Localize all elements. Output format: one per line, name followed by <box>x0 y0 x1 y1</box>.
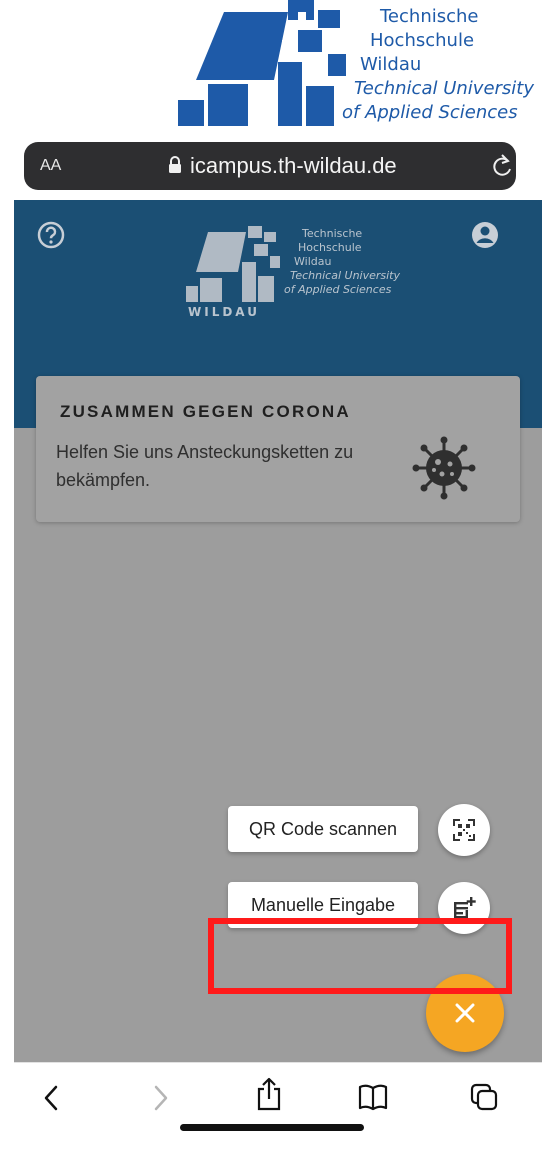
corona-card-title: ZUSAMMEN GEGEN CORONA <box>60 402 351 421</box>
text-size-button[interactable]: AA <box>40 157 61 175</box>
forward-arrow-icon[interactable] <box>148 1083 172 1113</box>
bookmarks-icon[interactable] <box>358 1083 388 1111</box>
logo-line-4: Technical University <box>354 78 535 99</box>
app-logo-line-4: Technical University <box>290 269 401 282</box>
browser-toolbar <box>14 1062 542 1166</box>
th-logo-mark-icon <box>178 0 346 126</box>
app-logo-line-3: Wildau <box>294 255 332 268</box>
th-wildau-logo: Technische Hochschule Wildau Technical U… <box>178 0 550 130</box>
reload-icon[interactable] <box>490 153 514 179</box>
logo-line-2: Hochschule <box>370 30 475 51</box>
add-note-icon <box>454 897 476 919</box>
back-arrow-icon[interactable] <box>40 1083 64 1113</box>
app-header-logo: Technische Hochschule Wildau Technical U… <box>184 222 404 322</box>
logo-line-3: Wildau <box>360 54 422 75</box>
app-logo-word: WILDAU <box>188 305 260 319</box>
logo-line-5: of Applied Sciences <box>342 102 518 123</box>
url-text[interactable]: icampus.th-wildau.de <box>190 153 397 179</box>
app-logo-line-2: Hochschule <box>298 241 362 254</box>
corona-card-body: Helfen Sie uns Ansteckungsketten zu bekä… <box>56 442 354 490</box>
app-logo-line-5: of Applied Sciences <box>284 283 392 296</box>
virus-icon <box>412 436 476 500</box>
app-logo-line-1: Technische <box>302 227 363 240</box>
home-indicator <box>180 1124 364 1131</box>
lock-icon <box>169 156 181 173</box>
help-icon[interactable] <box>36 220 66 250</box>
corona-card[interactable]: ZUSAMMEN GEGEN CORONA Helfen Sie uns Ans… <box>36 376 520 522</box>
highlight-box <box>208 918 512 994</box>
screen: Technische Hochschule Wildau Technical U… <box>0 0 550 1166</box>
qr-scan-button[interactable] <box>438 804 490 856</box>
logo-line-1: Technische <box>380 6 479 27</box>
tabs-icon[interactable] <box>470 1083 498 1111</box>
user-account-icon[interactable] <box>470 220 500 250</box>
browser-address-bar[interactable]: AA icampus.th-wildau.de <box>24 142 516 190</box>
qr-scan-label-chip[interactable]: QR Code scannen <box>228 806 418 852</box>
close-icon <box>455 1003 475 1023</box>
share-icon[interactable] <box>256 1077 282 1111</box>
qr-code-icon <box>453 819 475 841</box>
